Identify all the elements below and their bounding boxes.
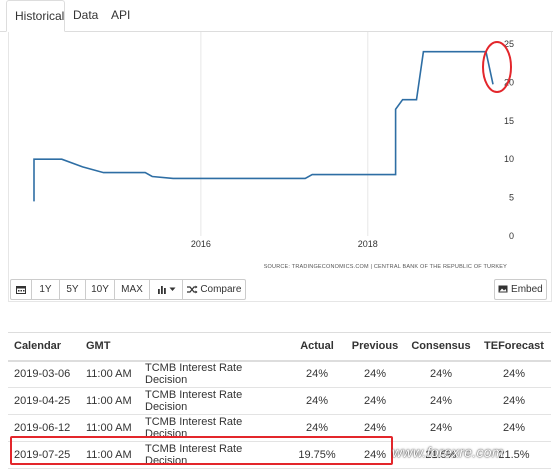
- cell-actual: 24%: [289, 387, 345, 415]
- y-tick-label: 10: [504, 154, 514, 164]
- cell-event[interactable]: TCMB Interest Rate Decision: [139, 360, 289, 388]
- highlight-circle: [482, 41, 512, 93]
- shuffle-icon: [186, 285, 198, 294]
- range-1y-button[interactable]: 1Y: [32, 279, 60, 300]
- cell-gmt: 11:00 AM: [80, 360, 139, 388]
- caret-down-icon: [169, 287, 176, 291]
- cell-date: 2019-06-12: [8, 414, 80, 442]
- cell-gmt: 11:00 AM: [80, 387, 139, 415]
- range-10y-button[interactable]: 10Y: [86, 279, 115, 300]
- x-tick-label: 2016: [191, 239, 211, 249]
- header-teforecast: TEForecast: [477, 332, 551, 362]
- header-event: [139, 332, 289, 362]
- y-tick-label: 5: [509, 193, 514, 203]
- chart-panel: 0 5 10 15 20 25 2016 2018 SOURCE: TRADINGECONO…: [8, 32, 552, 302]
- cell-teforecast: 24%: [477, 360, 551, 388]
- tab-data[interactable]: Data: [65, 0, 106, 32]
- cell-consensus: 24%: [405, 360, 477, 388]
- cell-gmt: 11:00 AM: [80, 441, 139, 469]
- compare-label: Compare: [200, 284, 242, 295]
- chart-type-dropdown[interactable]: [150, 279, 184, 300]
- cell-previous: 24%: [345, 360, 405, 388]
- cell-actual: 24%: [289, 360, 345, 388]
- cell-previous: 24%: [345, 414, 405, 442]
- cell-gmt: 11:00 AM: [80, 414, 139, 442]
- cell-actual: 19.75%: [289, 441, 345, 469]
- header-calendar: Calendar: [8, 332, 80, 362]
- compare-button[interactable]: Compare: [182, 279, 246, 300]
- cell-consensus: 24%: [405, 387, 477, 415]
- watermark: www.forexre.com: [392, 444, 504, 460]
- cell-actual: 24%: [289, 414, 345, 442]
- table-row[interactable]: 2019-04-25 11:00 AM TCMB Interest Rate Dec…: [8, 387, 551, 415]
- cell-date: 2019-04-25: [8, 387, 80, 415]
- header-previous: Previous: [345, 332, 405, 362]
- table-header-row: Calendar GMT Actual Previous Consensus T…: [8, 332, 551, 362]
- calendar-icon: [16, 285, 26, 294]
- range-5y-button[interactable]: 5Y: [60, 279, 86, 300]
- cell-consensus: 24%: [405, 414, 477, 442]
- x-axis-ticks: 2016 2018: [191, 239, 378, 249]
- cell-event[interactable]: TCMB Interest Rate Decision: [139, 441, 289, 469]
- cell-teforecast: 24%: [477, 387, 551, 415]
- series-line: [33, 50, 494, 202]
- range-max-button[interactable]: MAX: [115, 279, 150, 300]
- cell-teforecast: 24%: [477, 414, 551, 442]
- embed-label: Embed: [511, 284, 543, 295]
- calendar-button[interactable]: [10, 279, 32, 300]
- y-tick-label: 15: [504, 116, 514, 126]
- x-tick-label: 2018: [358, 239, 378, 249]
- cell-date: 2019-07-25: [8, 441, 80, 469]
- y-tick-label: 0: [509, 231, 514, 241]
- cell-date: 2019-03-06: [8, 360, 80, 388]
- tab-api[interactable]: API: [103, 0, 138, 32]
- cell-previous: 24%: [345, 387, 405, 415]
- header-actual: Actual: [289, 332, 345, 362]
- tab-bar: Historical Data API: [0, 0, 553, 32]
- line-chart: 0510152025 2016 2018 SOURCE: TRADINGECONO…: [33, 32, 514, 270]
- embed-button[interactable]: Embed: [494, 279, 547, 300]
- cell-event[interactable]: TCMB Interest Rate Decision: [139, 414, 289, 442]
- tab-historical[interactable]: Historical: [6, 0, 65, 32]
- y-axis-ticks: 0510152025: [504, 39, 514, 241]
- image-icon: [498, 285, 508, 293]
- chart-source: SOURCE: TRADINGECONOMICS.COM | CENTRAL B…: [264, 264, 507, 270]
- header-gmt: GMT: [80, 332, 139, 362]
- cell-event[interactable]: TCMB Interest Rate Decision: [139, 387, 289, 415]
- chart-grid: [200, 32, 369, 236]
- table-row[interactable]: 2019-03-06 11:00 AM TCMB Interest Rate Dec…: [8, 360, 551, 388]
- header-consensus: Consensus: [405, 332, 477, 362]
- table-row[interactable]: 2019-06-12 11:00 AM TCMB Interest Rate Dec…: [8, 414, 551, 442]
- bar-chart-icon: [157, 285, 166, 294]
